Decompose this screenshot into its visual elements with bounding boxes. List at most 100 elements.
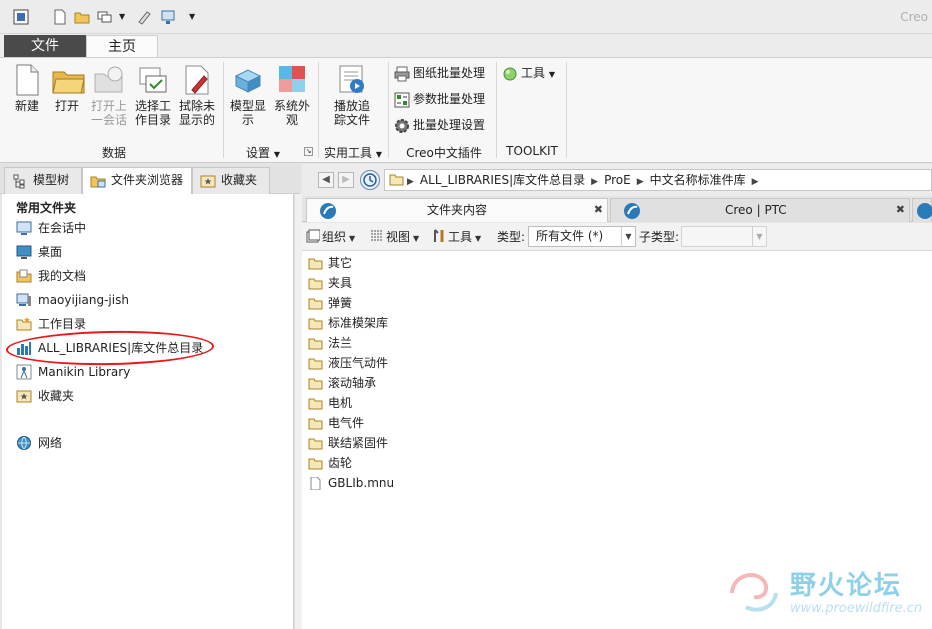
drawing-batch-button[interactable]: 图纸批量处理 bbox=[394, 63, 485, 83]
toolkit-tools-button[interactable]: 工具 ▼ bbox=[502, 63, 555, 83]
list-item[interactable]: 其它 bbox=[308, 253, 352, 273]
list-item[interactable]: 弹簧 bbox=[308, 293, 352, 313]
open-last-session-button[interactable]: 打开上 一会话 bbox=[89, 64, 129, 127]
model-display-button[interactable]: 模型显 示 bbox=[228, 64, 268, 127]
new-tab-button[interactable] bbox=[912, 198, 932, 222]
select-wd-label-1: 选择工 bbox=[134, 99, 171, 113]
app-menu-icon[interactable] bbox=[13, 9, 29, 25]
open-session-label-2: 一会话 bbox=[90, 113, 127, 127]
erase-icon bbox=[182, 64, 212, 96]
trail-file-icon bbox=[337, 64, 367, 96]
open-session-icon bbox=[94, 64, 124, 96]
window-switch-icon[interactable] bbox=[160, 9, 176, 25]
new-document-icon bbox=[12, 64, 42, 96]
regenerate-icon[interactable] bbox=[137, 9, 153, 25]
new-button[interactable]: 新建 bbox=[12, 64, 42, 113]
session-icon bbox=[16, 220, 32, 236]
red-annotation-circle bbox=[5, 329, 215, 367]
utilities-group-text: 实用工具 bbox=[324, 146, 373, 160]
globe-icon bbox=[502, 66, 518, 82]
browser-toolbar: 组织 ▼ 视图 ▼ 工具 ▼ 类型: 所有文件 (*) ▼ 子类型: ▼ bbox=[302, 223, 932, 251]
close-tab-icon[interactable]: ✖ bbox=[594, 199, 603, 221]
watermark-name: 野火论坛 bbox=[790, 571, 903, 601]
list-item-label: 夹具 bbox=[328, 276, 353, 290]
list-item[interactable]: GBLIb.mnu bbox=[308, 473, 394, 493]
nav-favorites[interactable]: 收藏夹 bbox=[16, 386, 74, 406]
breadcrumb-separator-icon: ▶ bbox=[751, 177, 759, 187]
nav-desktop-label: 桌面 bbox=[38, 245, 63, 259]
close-tab-icon[interactable]: ✖ bbox=[896, 199, 905, 221]
breadcrumb-all-libraries[interactable]: ALL_LIBRARIES|库文件总目录 bbox=[420, 173, 585, 187]
nav-working-directory[interactable]: 工作目录 bbox=[16, 314, 86, 334]
app-title: Creo bbox=[900, 10, 928, 24]
list-item[interactable]: 法兰 bbox=[308, 333, 352, 353]
open-button[interactable]: 打开 bbox=[50, 64, 85, 113]
group-utilities-label[interactable]: 实用工具 ▼ bbox=[320, 144, 386, 161]
tab-folder-contents[interactable]: 文件夹内容 ✖ bbox=[306, 198, 608, 222]
settings-launcher-icon[interactable]: ↘ bbox=[304, 147, 313, 156]
folder-icon bbox=[308, 356, 323, 370]
nav-favorites-label: 收藏夹 bbox=[38, 389, 75, 403]
forward-icon[interactable]: ▶ bbox=[338, 172, 354, 188]
system-appearance-button[interactable]: 系统外 观 bbox=[272, 64, 312, 127]
new-file-icon[interactable] bbox=[52, 9, 68, 25]
play-trail-file-button[interactable]: 播放追 踪文件 bbox=[330, 64, 374, 127]
tab-favorites[interactable]: 收藏夹 bbox=[192, 167, 270, 194]
tab-home[interactable]: 主页 bbox=[86, 35, 158, 58]
select-working-directory-button[interactable]: 选择工 作目录 bbox=[133, 64, 173, 127]
chevron-down-icon: ▼ bbox=[475, 234, 482, 243]
folder-icon bbox=[308, 376, 323, 390]
customize-qat-icon[interactable]: ▼ bbox=[189, 9, 197, 25]
nav-network[interactable]: 网络 bbox=[16, 433, 62, 453]
browser-tabs: 文件夹内容 ✖ Creo | PTC ✖ bbox=[302, 196, 932, 222]
erase-not-displayed-button[interactable]: 拭除未 显示的 bbox=[177, 64, 217, 127]
history-icon[interactable] bbox=[360, 170, 380, 190]
manikin-icon bbox=[16, 364, 32, 380]
windows-icon[interactable] bbox=[97, 9, 113, 25]
back-icon[interactable]: ◀ bbox=[318, 172, 334, 188]
breadcrumb[interactable]: ▶ ALL_LIBRARIES|库文件总目录 ▶ ProE ▶ 中文名称标准件库 ▶ bbox=[384, 169, 932, 191]
group-creo-plugin-label: Creo中文插件 bbox=[406, 146, 482, 160]
folder-icon bbox=[308, 256, 323, 270]
list-item[interactable]: 联结紧固件 bbox=[308, 433, 388, 453]
organize-menu[interactable]: 组织 ▼ bbox=[306, 229, 355, 245]
param-batch-button[interactable]: 参数批量处理 bbox=[394, 89, 485, 109]
folder-browser-label: 文件夹浏览器 bbox=[111, 173, 184, 187]
list-item[interactable]: 夹具 bbox=[308, 273, 352, 293]
tab-model-tree[interactable]: 模型树 bbox=[4, 167, 82, 194]
nav-computer[interactable]: maoyijiang-jish bbox=[16, 290, 129, 310]
chevron-down-icon: ▼ bbox=[621, 227, 635, 246]
nav-my-documents[interactable]: 我的文档 bbox=[16, 266, 86, 286]
list-item[interactable]: 滚动轴承 bbox=[308, 373, 376, 393]
favorites-tab-label: 收藏夹 bbox=[221, 173, 258, 187]
breadcrumb-standard-parts[interactable]: 中文名称标准件库 bbox=[650, 173, 746, 187]
list-item[interactable]: 标准模架库 bbox=[308, 313, 388, 333]
list-item[interactable]: 电机 bbox=[308, 393, 352, 413]
file-subtype-select[interactable]: ▼ bbox=[681, 226, 767, 247]
group-data-label: 数据 bbox=[101, 146, 126, 160]
file-type-select[interactable]: 所有文件 (*) ▼ bbox=[528, 226, 636, 247]
nav-working-directory-label: 工作目录 bbox=[38, 317, 87, 331]
open-folder-icon[interactable] bbox=[74, 9, 90, 25]
nav-in-session[interactable]: 在会话中 bbox=[16, 218, 86, 238]
breadcrumb-folder-icon bbox=[389, 172, 404, 186]
left-panel-scrollbar[interactable] bbox=[294, 194, 302, 629]
windows-dropdown-icon[interactable]: ▼ bbox=[119, 9, 127, 25]
view-menu[interactable]: 视图 ▼ bbox=[370, 229, 419, 245]
tab-creo-ptc[interactable]: Creo | PTC ✖ bbox=[610, 198, 910, 222]
list-item[interactable]: 齿轮 bbox=[308, 453, 352, 473]
breadcrumb-proe[interactable]: ProE bbox=[604, 173, 631, 187]
nav-manikin-library[interactable]: Manikin Library bbox=[16, 362, 130, 382]
group-settings-label[interactable]: 设置 ▼ bbox=[238, 144, 288, 161]
watermark: 野火论坛 www.proewildfire.cn bbox=[722, 563, 932, 629]
nav-network-label: 网络 bbox=[38, 436, 63, 450]
nav-desktop[interactable]: 桌面 bbox=[16, 242, 62, 262]
tools-menu[interactable]: 工具 ▼ bbox=[432, 229, 481, 245]
batch-settings-button[interactable]: 批量处理设置 bbox=[394, 115, 485, 135]
list-item[interactable]: 液压气动件 bbox=[308, 353, 388, 373]
nav-computer-label: maoyijiang-jish bbox=[38, 293, 129, 307]
tab-folder-browser[interactable]: 文件夹浏览器 bbox=[82, 167, 192, 195]
list-item[interactable]: 电气件 bbox=[308, 413, 364, 433]
list-item-label: 法兰 bbox=[328, 336, 353, 350]
tab-file[interactable]: 文件 bbox=[4, 35, 86, 58]
